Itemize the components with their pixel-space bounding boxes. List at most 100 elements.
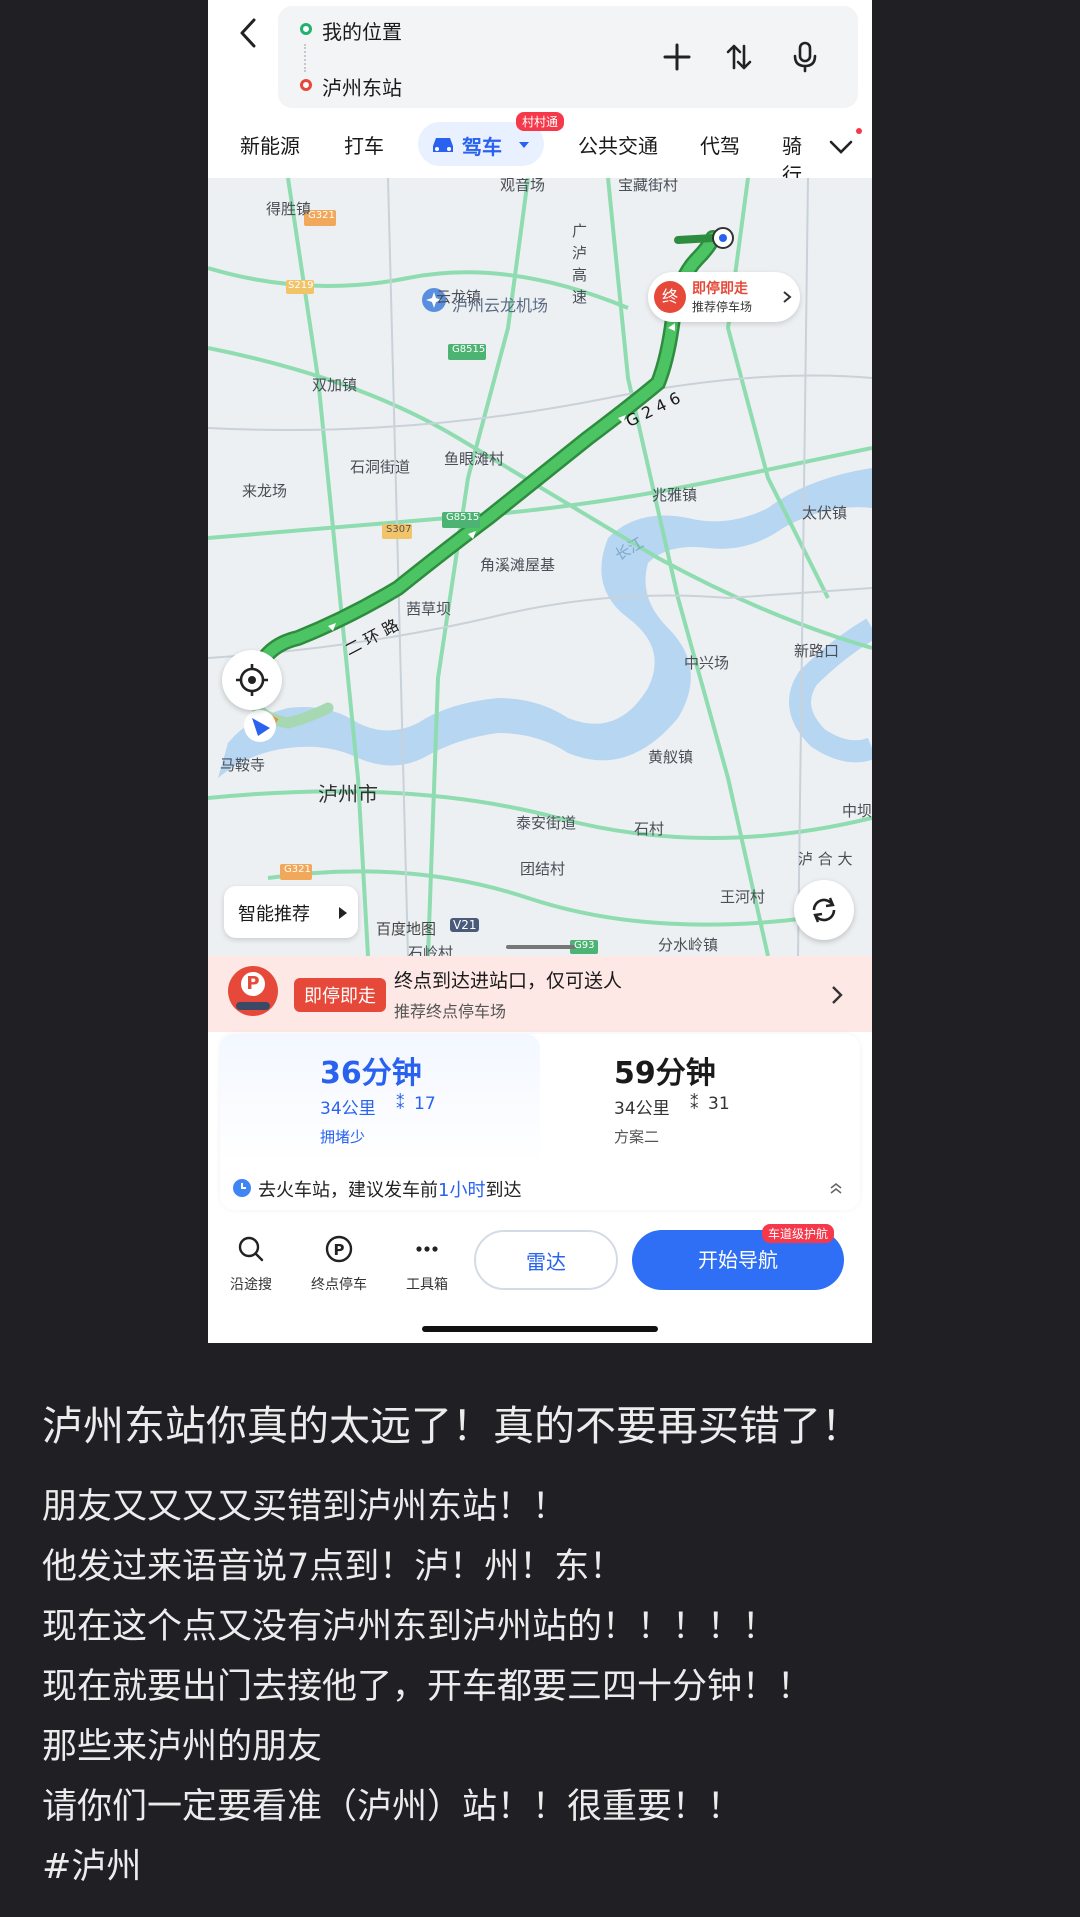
plus-icon <box>663 43 691 71</box>
map-label: G321 <box>308 210 335 221</box>
more-dots-icon <box>416 1246 438 1252</box>
map-label: 泸 合 大 <box>798 850 853 868</box>
tip-text: 去火车站，建议发车前1小时到达 <box>258 1180 522 1201</box>
search-icon <box>238 1236 264 1262</box>
route-plans-card: 36分钟 34公里 ⁑ 17 拥堵少 59分钟 34公里 ⁑ 31 方案二 去火… <box>220 1034 860 1210</box>
tool-label: 工具箱 <box>406 1277 448 1293</box>
destination-dot-icon <box>300 79 312 91</box>
map-label: 中兴场 <box>684 654 730 672</box>
destination-field[interactable]: 泸州东站 <box>322 72 402 101</box>
plan-time: 59分钟 <box>614 1056 716 1091</box>
plan-option-2[interactable]: 59分钟 34公里 ⁑ 31 方案二 <box>540 1034 860 1164</box>
plan-distance: 34公里 <box>320 1099 376 1119</box>
plan-lights: 17 <box>414 1094 436 1114</box>
start-navigation-label: 开始导航 <box>698 1248 778 1272</box>
map-label: 泸州云龙机场 <box>452 296 549 315</box>
map-label: 观音场 <box>500 178 546 194</box>
plan-note: 方案二 <box>614 1128 660 1146</box>
notification-dot <box>856 128 862 134</box>
map-label: 宝藏街村 <box>618 178 679 194</box>
back-button[interactable] <box>228 12 272 56</box>
map-label: S307 <box>386 524 412 535</box>
clock-icon <box>233 1179 251 1197</box>
swap-icon <box>726 44 752 70</box>
map-label: 得胜镇 <box>266 200 312 218</box>
chevron-right-icon <box>832 986 843 1004</box>
destination-parking-button[interactable]: P 终点停车 <box>304 1234 374 1294</box>
map-label: 角溪滩屋基 <box>480 556 556 574</box>
parking-alert-banner[interactable]: P 即停即走 终点到达进站口，仅可送人 推荐终点停车场 <box>208 956 872 1032</box>
map-label: 王河村 <box>720 888 766 906</box>
smart-recommend-label: 智能推荐 <box>238 904 310 925</box>
post-line: 现在这个点又没有泸州东到泸州站的！！！！！ <box>42 1607 778 1647</box>
route-connector <box>304 44 308 72</box>
map-label: 来龙场 <box>242 482 288 500</box>
chevron-down-icon <box>829 140 853 154</box>
locate-button[interactable] <box>222 650 282 710</box>
drive-badge: 村村通 <box>516 112 565 131</box>
refresh-route-button[interactable] <box>794 880 854 940</box>
alert-subtitle: 推荐终点停车场 <box>394 1002 507 1021</box>
parking-chip-subtitle: 推荐停车场 <box>692 300 753 314</box>
destination-parking-chip[interactable]: 终 即停即走 推荐停车场 <box>648 272 800 322</box>
map-label: 兆雅镇 <box>652 486 698 504</box>
car-icon <box>433 138 453 152</box>
map-label: 石岭村 <box>408 944 454 956</box>
add-waypoint-button[interactable] <box>660 40 694 74</box>
post-line: 那些来泸州的朋友 <box>42 1727 323 1767</box>
tool-label: 终点停车 <box>311 1277 367 1293</box>
toolbox-button[interactable]: 工具箱 <box>392 1234 462 1294</box>
lane-level-badge: 车道级护航 <box>762 1224 835 1243</box>
tool-label: 沿途搜 <box>230 1277 272 1293</box>
transport-mode-tabs: 新能源 打车 驾车 村村通 公共交通 代驾 骑行 <box>208 112 872 187</box>
plan-time: 36分钟 <box>320 1056 422 1091</box>
parking-icon: P <box>325 1235 353 1263</box>
baidu-version: V21 <box>450 918 480 932</box>
play-arrow-icon <box>339 907 347 919</box>
tab-new-energy[interactable]: 新能源 <box>240 130 300 159</box>
plan-option-1[interactable]: 36分钟 34公里 ⁑ 17 拥堵少 <box>220 1034 540 1164</box>
map-label: 新路口 <box>794 642 840 660</box>
map-label: 分水岭镇 <box>658 936 719 954</box>
map-label: G321 <box>284 864 311 875</box>
more-modes-button[interactable] <box>808 116 872 176</box>
voice-button[interactable] <box>788 40 822 74</box>
map-label: S219 <box>288 280 314 291</box>
phone-screenshot: 我的位置 泸州东站 新能源 打车 驾车 村村通 公共交通 代驾 骑行 观音场 宝… <box>208 0 872 1343</box>
bottom-action-bar: 沿途搜 P 终点停车 工具箱 雷达 开始导航 车道级护航 <box>208 1218 872 1343</box>
radar-button[interactable]: 雷达 <box>474 1230 618 1290</box>
post-title: 泸州东站你真的太远了！真的不要再买错了！ <box>42 1402 862 1450</box>
parking-chip-title: 即停即走 <box>692 281 748 297</box>
map-label: 团结村 <box>520 860 566 878</box>
map-label: 马鞍寺 <box>220 756 266 774</box>
map-label: 鱼眼滩村 <box>444 450 505 468</box>
plan-distance: 34公里 <box>614 1099 670 1119</box>
home-indicator[interactable] <box>422 1326 658 1332</box>
smart-recommend-button[interactable]: 智能推荐 <box>224 886 358 938</box>
map-view[interactable]: 观音场 宝藏街村 得胜镇 G321 云龙镇 广 泸 高 速 S219 泸州云龙机… <box>208 178 872 956</box>
origin-field[interactable]: 我的位置 <box>322 16 402 45</box>
map-label: 茜草坝 <box>406 600 452 618</box>
chevron-down-icon <box>519 142 529 148</box>
end-marker-icon: 终 <box>654 281 686 313</box>
post-line: 朋友又又又又买错到泸州东站！！ <box>42 1487 568 1527</box>
map-label: 太伏镇 <box>802 504 848 522</box>
search-along-route-button[interactable]: 沿途搜 <box>216 1234 286 1294</box>
radar-label: 雷达 <box>526 1250 566 1274</box>
swap-route-button[interactable] <box>722 40 756 74</box>
map-label: G93 <box>574 940 595 951</box>
route-input-box: 我的位置 泸州东站 <box>278 6 858 108</box>
tab-taxi[interactable]: 打车 <box>344 130 384 159</box>
tab-public-transit[interactable]: 公共交通 <box>578 130 658 159</box>
map-label: 双加镇 <box>312 376 358 394</box>
map-label: 广 泸 高 速 <box>572 222 588 306</box>
map-label: G8515 <box>446 512 480 523</box>
route-end-segment <box>674 234 717 244</box>
traffic-light-icon: ⁑ <box>396 1094 405 1114</box>
chevron-right-icon <box>783 291 792 303</box>
tab-chauffeur[interactable]: 代驾 <box>700 130 740 159</box>
hashtag-link[interactable]: #泸州 <box>42 1838 141 1889</box>
plan-note: 拥堵少 <box>320 1128 366 1146</box>
station-tip[interactable]: 去火车站，建议发车前1小时到达 <box>232 1174 852 1204</box>
scale-bar <box>506 945 576 949</box>
